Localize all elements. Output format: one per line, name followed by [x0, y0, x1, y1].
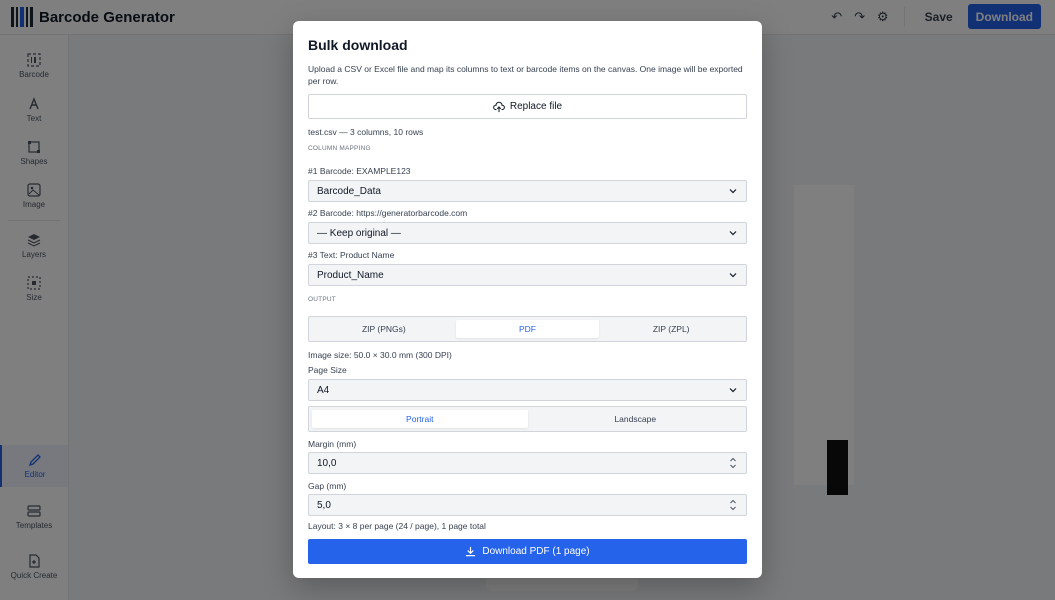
replace-file-button[interactable]: Replace file [308, 94, 747, 119]
orientation-option-landscape[interactable]: Landscape [528, 410, 744, 428]
replace-file-label: Replace file [509, 101, 563, 112]
stepper-arrows-icon[interactable] [729, 497, 737, 513]
mapping-2-label: #2 Barcode: https://generatorbarcode.com [308, 208, 468, 218]
column-mapping-heading: COLUMN MAPPING [308, 145, 371, 152]
margin-label: Margin (mm) [308, 439, 357, 449]
stepper-arrows-icon[interactable] [729, 455, 737, 471]
gap-stepper[interactable]: 5,0 [308, 494, 747, 516]
output-heading: OUTPUT [308, 296, 336, 303]
download-icon [466, 546, 476, 557]
format-option-zip-zpl[interactable]: ZIP (ZPL) [599, 320, 743, 338]
bulk-download-dialog: Bulk download Upload a CSV or Excel file… [293, 21, 762, 578]
chevron-down-icon [729, 189, 737, 194]
dialog-title: Bulk download [308, 37, 408, 53]
chevron-down-icon [729, 231, 737, 236]
cloud-upload-icon [492, 101, 505, 112]
margin-value: 10,0 [317, 457, 337, 469]
file-info: test.csv — 3 columns, 10 rows [308, 127, 424, 137]
mapping-3-label: #3 Text: Product Name [308, 250, 395, 260]
mapping-1-label: #1 Barcode: EXAMPLE123 [308, 166, 411, 176]
layout-info: Layout: 3 × 8 per page (24 / page), 1 pa… [308, 521, 486, 531]
format-option-pdf[interactable]: PDF [455, 320, 600, 338]
format-option-zip-png[interactable]: ZIP (PNGs) [312, 320, 456, 338]
download-pdf-label: Download PDF (1 page) [482, 546, 590, 557]
orientation-segmented-control: Portrait Landscape [308, 406, 747, 432]
image-size-info: Image size: 50.0 × 30.0 mm (300 DPI) [308, 350, 452, 360]
gap-value: 5,0 [317, 499, 331, 511]
page-size-select[interactable]: A4 [308, 379, 747, 401]
format-segmented-control: ZIP (PNGs) PDF ZIP (ZPL) [308, 316, 747, 342]
chevron-down-icon [729, 388, 737, 393]
page-size-value: A4 [317, 384, 330, 396]
download-pdf-button[interactable]: Download PDF (1 page) [308, 539, 747, 564]
mapping-3-value: Product_Name [317, 269, 384, 281]
gap-label: Gap (mm) [308, 481, 347, 491]
margin-stepper[interactable]: 10,0 [308, 452, 747, 474]
chevron-down-icon [729, 273, 737, 278]
mapping-2-select[interactable]: — Keep original — [308, 222, 747, 244]
mapping-1-value: Barcode_Data [317, 185, 381, 197]
page-size-label: Page Size [308, 365, 347, 375]
mapping-1-select[interactable]: Barcode_Data [308, 180, 747, 202]
mapping-3-select[interactable]: Product_Name [308, 264, 747, 286]
orientation-option-portrait[interactable]: Portrait [312, 410, 528, 428]
dialog-description: Upload a CSV or Excel file and map its c… [308, 64, 743, 86]
mapping-2-value: — Keep original — [317, 227, 401, 239]
